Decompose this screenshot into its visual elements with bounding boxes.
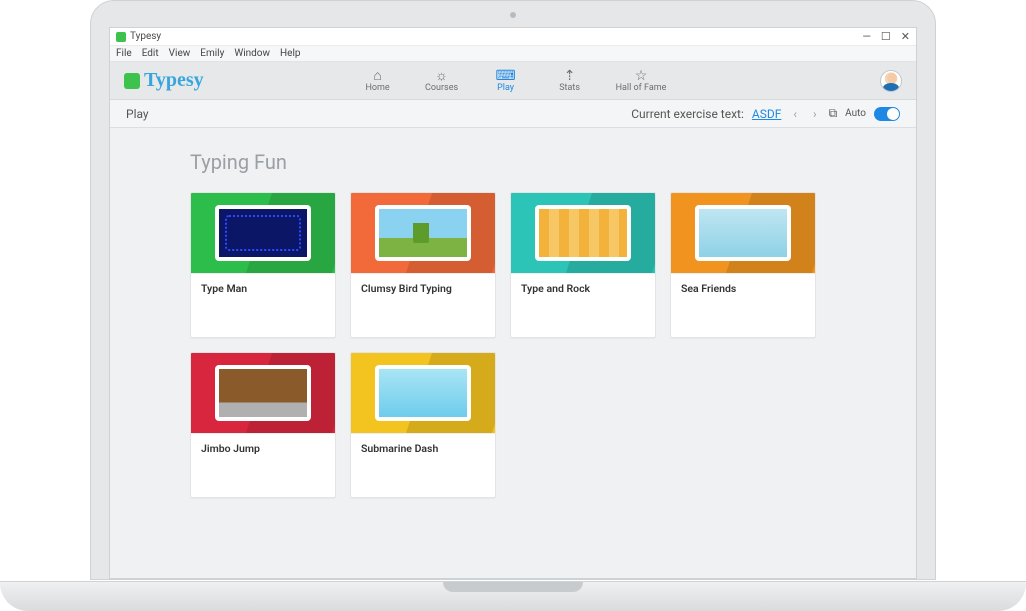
next-exercise-button[interactable]: › <box>809 107 821 121</box>
game-thumb-wrap <box>191 353 335 433</box>
keyboard-icon: ⌨ <box>495 69 515 83</box>
close-button[interactable]: ✕ <box>901 30 910 43</box>
auto-label: Auto <box>845 108 866 119</box>
game-thumb-wrap <box>671 193 815 273</box>
game-thumb <box>375 205 471 261</box>
game-thumb <box>695 205 791 261</box>
nav-courses-label: Courses <box>425 83 458 93</box>
lightbulb-icon: ☼ <box>435 69 448 83</box>
star-icon: ☆ <box>635 69 648 83</box>
game-title: Type Man <box>191 273 335 337</box>
game-thumb <box>215 365 311 421</box>
nav-stats-label: Stats <box>559 83 580 93</box>
window-titlebar: Typesy — ☐ ✕ <box>110 28 916 46</box>
game-thumb-wrap <box>351 353 495 433</box>
game-title: Type and Rock <box>511 273 655 337</box>
game-thumb-wrap <box>511 193 655 273</box>
game-card-clumsy-bird[interactable]: Clumsy Bird Typing <box>350 192 496 338</box>
maximize-button[interactable]: ☐ <box>881 30 891 43</box>
exercise-link[interactable]: ASDF <box>752 107 781 121</box>
menu-edit[interactable]: Edit <box>142 48 159 59</box>
game-thumb <box>535 205 631 261</box>
laptop-camera <box>510 12 516 18</box>
add-exercise-icon[interactable]: ⧉ <box>829 106 838 121</box>
game-grid: Type Man Clumsy Bird Typing Type and Roc… <box>190 192 836 498</box>
game-thumb <box>215 205 311 261</box>
nav-halloffame[interactable]: ☆ Hall of Fame <box>616 62 667 99</box>
menu-view[interactable]: View <box>169 48 191 59</box>
nav-home[interactable]: ⌂ Home <box>360 62 396 99</box>
top-nav: Typesy ⌂ Home ☼ Courses ⌨ Play <box>110 62 916 100</box>
laptop-lid: Typesy — ☐ ✕ File Edit View Emily Window… <box>90 0 936 580</box>
chart-icon: ⇡ <box>564 69 576 83</box>
brand-mark-icon <box>124 73 140 89</box>
minimize-button[interactable]: — <box>862 30 871 43</box>
nav-home-label: Home <box>365 83 389 93</box>
laptop-notch <box>443 582 583 592</box>
nav-play[interactable]: ⌨ Play <box>488 62 524 99</box>
game-title: Jimbo Jump <box>191 433 335 497</box>
app-icon <box>116 32 126 42</box>
game-thumb-wrap <box>351 193 495 273</box>
nav-items: ⌂ Home ☼ Courses ⌨ Play ⇡ Stats <box>360 62 667 99</box>
brand-text: Typesy <box>144 69 204 92</box>
exercise-label: Current exercise text: <box>631 107 744 121</box>
titlebar-left: Typesy <box>116 31 161 42</box>
brand-logo[interactable]: Typesy <box>124 69 204 92</box>
subheader: Play Current exercise text: ASDF ‹ › ⧉ A… <box>110 100 916 128</box>
auto-toggle[interactable] <box>874 107 900 121</box>
laptop-frame: Typesy — ☐ ✕ File Edit View Emily Window… <box>0 0 1026 611</box>
nav-stats[interactable]: ⇡ Stats <box>552 62 588 99</box>
page-title: Play <box>126 107 149 121</box>
menu-help[interactable]: Help <box>280 48 300 59</box>
game-card-type-man[interactable]: Type Man <box>190 192 336 338</box>
game-title: Clumsy Bird Typing <box>351 273 495 337</box>
game-card-sea-friends[interactable]: Sea Friends <box>670 192 816 338</box>
user-avatar[interactable] <box>880 70 902 92</box>
window-title: Typesy <box>130 31 161 42</box>
nav-courses[interactable]: ☼ Courses <box>424 62 460 99</box>
game-card-type-and-rock[interactable]: Type and Rock <box>510 192 656 338</box>
nav-play-label: Play <box>497 83 514 93</box>
prev-exercise-button[interactable]: ‹ <box>789 107 801 121</box>
menu-file[interactable]: File <box>116 48 132 59</box>
window-controls: — ☐ ✕ <box>862 30 910 43</box>
nav-halloffame-label: Hall of Fame <box>616 83 667 93</box>
game-title: Sea Friends <box>671 273 815 337</box>
home-icon: ⌂ <box>373 69 381 83</box>
laptop-base <box>0 581 1026 611</box>
menu-window[interactable]: Window <box>234 48 270 59</box>
game-card-jimbo-jump[interactable]: Jimbo Jump <box>190 352 336 498</box>
game-thumb <box>375 365 471 421</box>
content-area: Typing Fun Type Man Clumsy Bird Typing <box>110 128 916 578</box>
game-title: Submarine Dash <box>351 433 495 497</box>
section-title: Typing Fun <box>190 150 836 174</box>
app-window: Typesy — ☐ ✕ File Edit View Emily Window… <box>109 27 917 579</box>
menu-emily[interactable]: Emily <box>200 48 224 59</box>
game-card-submarine-dash[interactable]: Submarine Dash <box>350 352 496 498</box>
menubar: File Edit View Emily Window Help <box>110 46 916 62</box>
game-thumb-wrap <box>191 193 335 273</box>
